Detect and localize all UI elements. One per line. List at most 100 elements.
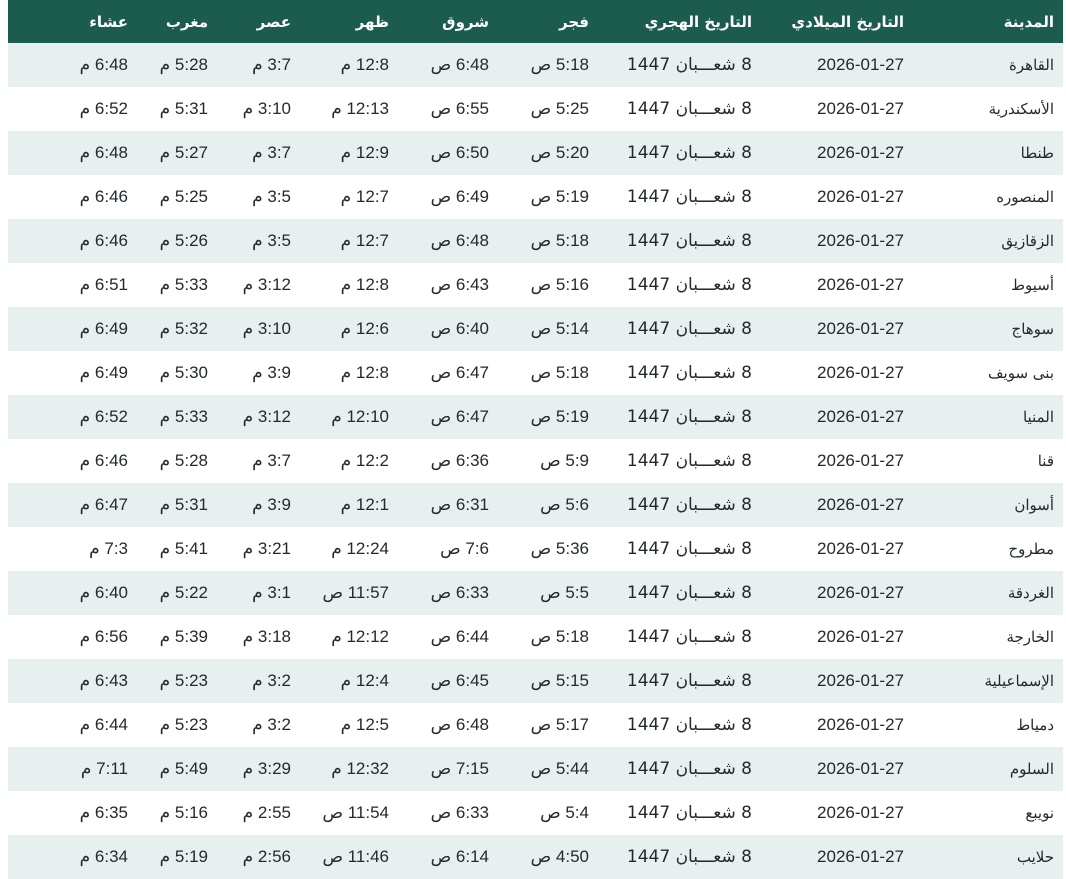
cell-hijri-date: 8 شعـــبان 1447 [626, 143, 752, 163]
table-row: سوهاج 2026-01-27 8 شعـــبان 1447 5:14 ص 6:40… [8, 307, 1063, 351]
cell-dhuhr: 12:4 م [340, 671, 389, 690]
cell-isha: 6:44 م [79, 715, 128, 734]
cell-fajr: 5:19 ص [530, 187, 589, 206]
cell-dhuhr: 12:8 م [340, 55, 389, 74]
cell-fajr: 5:16 ص [530, 275, 589, 294]
cell-isha: 6:48 م [79, 143, 128, 162]
cell-gregorian-date: 2026-01-27 [817, 451, 904, 470]
cell-asr: 3:5 م [252, 231, 291, 250]
table-row: أسيوط 2026-01-27 8 شعـــبان 1447 5:16 ص 6:43… [8, 263, 1063, 307]
header-isha: عشاء [89, 12, 128, 31]
table-row: حلايب 2026-01-27 8 شعـــبان 1447 4:50 ص 6:14… [8, 835, 1063, 879]
cell-fajr: 5:4 ص [540, 803, 589, 822]
cell-maghrib: 5:33 م [159, 407, 208, 426]
cell-city: الخارجة [1006, 628, 1054, 646]
cell-asr: 3:18 م [242, 627, 291, 646]
table-row: القاهرة 2026-01-27 8 شعـــبان 1447 5:18 ص 6:… [8, 43, 1063, 87]
cell-gregorian-date: 2026-01-27 [817, 363, 904, 382]
cell-maghrib: 5:30 م [159, 363, 208, 382]
cell-maghrib: 5:32 م [159, 319, 208, 338]
cell-asr: 2:55 م [242, 803, 291, 822]
cell-sunrise: 6:47 ص [430, 363, 489, 382]
table-row: بنى سويف 2026-01-27 8 شعـــبان 1447 5:18 ص 6… [8, 351, 1063, 395]
cell-dhuhr: 12:9 م [340, 143, 389, 162]
cell-gregorian-date: 2026-01-27 [817, 99, 904, 118]
cell-city: المنصوره [996, 188, 1054, 206]
cell-city: الأسكندرية [988, 100, 1054, 118]
cell-isha: 6:49 م [79, 363, 128, 382]
cell-city: الإسماعيلية [984, 672, 1054, 690]
cell-maghrib: 5:33 م [159, 275, 208, 294]
cell-fajr: 4:50 ص [530, 847, 589, 866]
prayer-times-table-container: المدينة التاريخ الميلادي التاريخ الهجري … [8, 0, 1063, 879]
cell-hijri-date: 8 شعـــبان 1447 [626, 363, 752, 383]
cell-dhuhr: 12:8 م [340, 275, 389, 294]
cell-sunrise: 6:47 ص [430, 407, 489, 426]
table-row: الأسكندرية 2026-01-27 8 شعـــبان 1447 5:25 … [8, 87, 1063, 131]
cell-city: مطروح [1008, 540, 1054, 558]
table-row: الخارجة 2026-01-27 8 شعـــبان 1447 5:18 ص 6:… [8, 615, 1063, 659]
cell-maghrib: 5:41 م [159, 539, 208, 558]
cell-hijri-date: 8 شعـــبان 1447 [626, 627, 752, 647]
cell-isha: 6:48 م [79, 55, 128, 74]
cell-asr: 3:10 م [242, 319, 291, 338]
cell-maghrib: 5:39 م [159, 627, 208, 646]
table-row: قنا 2026-01-27 8 شعـــبان 1447 5:9 ص 6:36 ص 1… [8, 439, 1063, 483]
cell-isha: 7:3 م [89, 539, 128, 558]
prayer-times-table: المدينة التاريخ الميلادي التاريخ الهجري … [8, 0, 1063, 879]
cell-asr: 3:1 م [252, 583, 291, 602]
cell-gregorian-date: 2026-01-27 [817, 187, 904, 206]
cell-asr: 3:12 م [242, 407, 291, 426]
cell-gregorian-date: 2026-01-27 [817, 583, 904, 602]
cell-maghrib: 5:49 م [159, 759, 208, 778]
cell-sunrise: 6:14 ص [430, 847, 489, 866]
cell-hijri-date: 8 شعـــبان 1447 [626, 759, 752, 779]
cell-hijri-date: 8 شعـــبان 1447 [626, 187, 752, 207]
cell-sunrise: 6:48 ص [430, 231, 489, 250]
cell-asr: 3:9 م [252, 495, 291, 514]
cell-fajr: 5:14 ص [530, 319, 589, 338]
table-row: المنيا 2026-01-27 8 شعـــبان 1447 5:19 ص 6:4… [8, 395, 1063, 439]
cell-sunrise: 7:6 ص [440, 539, 489, 558]
cell-hijri-date: 8 شعـــبان 1447 [626, 583, 752, 603]
cell-isha: 7:11 م [80, 759, 128, 778]
table-row: الزقازيق 2026-01-27 8 شعـــبان 1447 5:18 ص 6… [8, 219, 1063, 263]
cell-gregorian-date: 2026-01-27 [817, 407, 904, 426]
cell-gregorian-date: 2026-01-27 [817, 627, 904, 646]
cell-hijri-date: 8 شعـــبان 1447 [626, 231, 752, 251]
cell-gregorian-date: 2026-01-27 [817, 495, 904, 514]
cell-fajr: 5:20 ص [530, 143, 589, 162]
cell-maghrib: 5:27 م [159, 143, 208, 162]
cell-dhuhr: 12:8 م [340, 363, 389, 382]
cell-sunrise: 6:44 ص [430, 627, 489, 646]
header-asr: عصر [256, 12, 291, 31]
cell-asr: 3:29 م [242, 759, 291, 778]
cell-city: دمياط [1016, 716, 1054, 734]
table-row: السلوم 2026-01-27 8 شعـــبان 1447 5:44 ص 7:1… [8, 747, 1063, 791]
cell-fajr: 5:15 ص [530, 671, 589, 690]
table-row: مطروح 2026-01-27 8 شعـــبان 1447 5:36 ص 7:6 … [8, 527, 1063, 571]
cell-hijri-date: 8 شعـــبان 1447 [626, 451, 752, 471]
cell-city: القاهرة [1009, 56, 1054, 74]
cell-city: حلايب [1016, 848, 1054, 866]
cell-fajr: 5:44 ص [530, 759, 589, 778]
cell-maghrib: 5:31 م [159, 99, 208, 118]
cell-sunrise: 6:36 ص [430, 451, 489, 470]
cell-asr: 3:9 م [252, 363, 291, 382]
cell-city: قنا [1037, 452, 1054, 470]
cell-maghrib: 5:25 م [159, 187, 208, 206]
cell-sunrise: 6:48 ص [430, 715, 489, 734]
cell-city: الزقازيق [1001, 232, 1054, 250]
cell-isha: 6:40 م [79, 583, 128, 602]
cell-hijri-date: 8 شعـــبان 1447 [626, 275, 752, 295]
cell-dhuhr: 12:13 م [331, 99, 389, 118]
cell-isha: 6:43 م [79, 671, 128, 690]
cell-fajr: 5:18 ص [530, 363, 589, 382]
cell-dhuhr: 12:10 م [331, 407, 389, 426]
cell-gregorian-date: 2026-01-27 [817, 319, 904, 338]
cell-sunrise: 6:43 ص [430, 275, 489, 294]
cell-gregorian-date: 2026-01-27 [817, 55, 904, 74]
cell-city: أسيوط [1011, 276, 1054, 294]
cell-hijri-date: 8 شعـــبان 1447 [626, 407, 752, 427]
cell-isha: 6:56 م [79, 627, 128, 646]
